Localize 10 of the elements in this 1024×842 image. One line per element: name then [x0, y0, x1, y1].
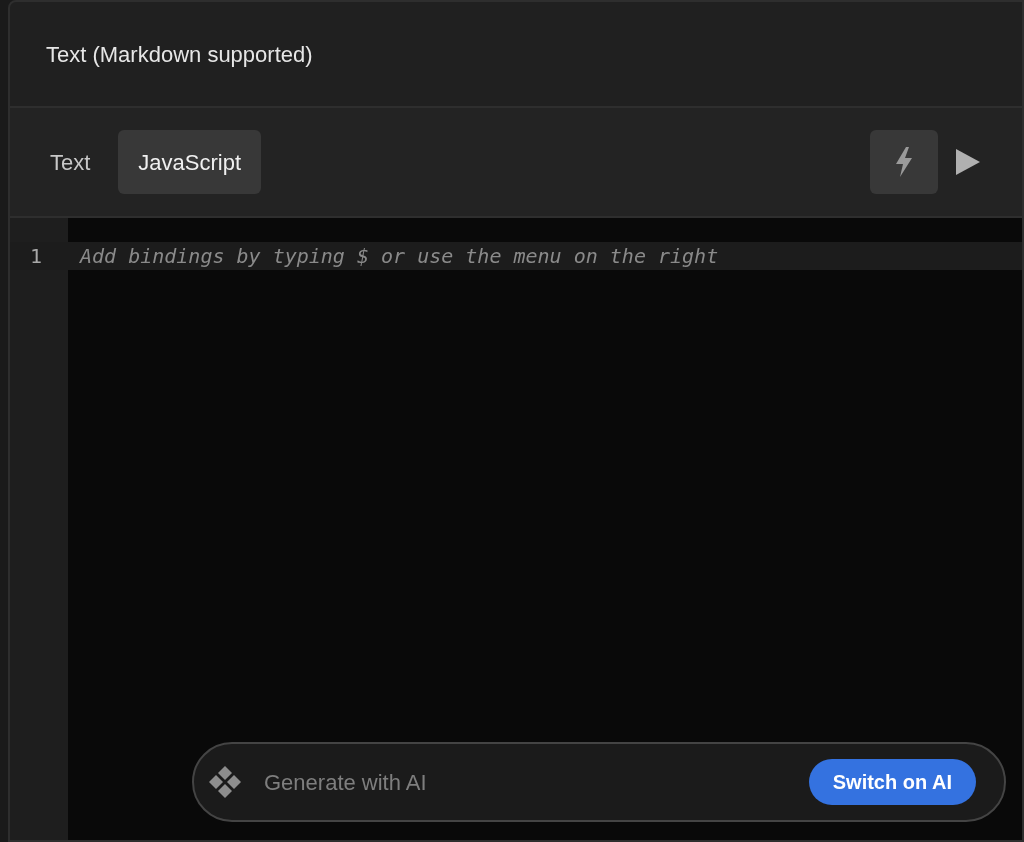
lightning-icon [894, 147, 914, 177]
panel-title: Text (Markdown supported) [46, 40, 313, 69]
ai-prompt-field[interactable]: Generate with AI Switch on AI [192, 742, 1006, 822]
play-icon [956, 149, 980, 175]
line-number: 1 [30, 243, 43, 270]
lightning-button[interactable] [870, 130, 938, 194]
sparkle-icon [208, 765, 242, 799]
mode-tab[interactable]: Text [30, 130, 111, 194]
mode-tab[interactable]: JavaScript [118, 130, 262, 194]
switch-on-ai-button[interactable]: Switch on AI [808, 759, 976, 805]
